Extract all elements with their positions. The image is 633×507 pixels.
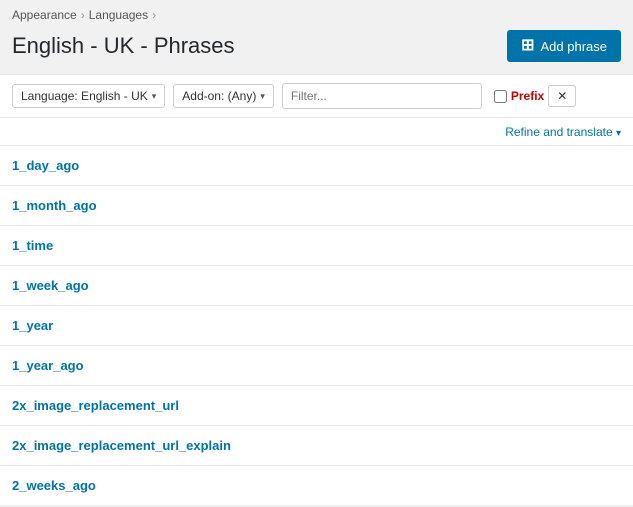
language-caret-icon: ▾ [152, 91, 157, 102]
add-phrase-button[interactable]: ⊞ Add phrase [507, 30, 621, 62]
prefix-checkbox[interactable] [494, 90, 507, 103]
phrase-row[interactable]: 2x_image_replacement_url_explain [0, 426, 633, 466]
phrase-key[interactable]: 2_weeks_ago [12, 478, 96, 493]
breadcrumb-sep-2: › [152, 8, 156, 22]
phrase-list: 1_day_ago 1_month_ago 1_time 1_week_ago 1_ye… [0, 146, 633, 505]
clear-button[interactable]: ✕ [548, 85, 576, 107]
phrase-row[interactable]: 2x_image_replacement_url [0, 386, 633, 426]
filter-input[interactable] [282, 83, 482, 109]
toolbar: Language: English - UK ▾ Add-on: (Any) ▾… [0, 74, 633, 118]
refine-translate-label: Refine and translate [505, 125, 612, 139]
phrase-key[interactable]: 1_time [12, 238, 53, 253]
phrase-key[interactable]: 1_day_ago [12, 158, 79, 173]
page-header: English - UK - Phrases ⊞ Add phrase [0, 26, 633, 74]
page-title: English - UK - Phrases [12, 33, 235, 59]
breadcrumb-languages[interactable]: Languages [89, 8, 148, 22]
breadcrumb-sep-1: › [81, 8, 85, 22]
prefix-label: Prefix [511, 89, 544, 103]
add-phrase-label: Add phrase [541, 39, 608, 54]
phrase-row[interactable]: 1_day_ago [0, 146, 633, 186]
addon-dropdown[interactable]: Add-on: (Any) ▾ [173, 84, 274, 108]
phrase-row[interactable]: 1_year [0, 306, 633, 346]
breadcrumb: Appearance › Languages › [0, 0, 633, 26]
language-dropdown-label: Language: English - UK [21, 89, 148, 103]
language-dropdown[interactable]: Language: English - UK ▾ [12, 84, 165, 108]
phrase-key[interactable]: 1_year [12, 318, 53, 333]
phrase-row[interactable]: 1_week_ago [0, 266, 633, 306]
phrase-row[interactable]: 1_month_ago [0, 186, 633, 226]
phrase-key[interactable]: 1_week_ago [12, 278, 89, 293]
phrase-key[interactable]: 1_year_ago [12, 358, 84, 373]
addon-caret-icon: ▾ [260, 91, 265, 102]
refine-caret-icon: ▾ [616, 128, 621, 139]
phrase-row[interactable]: 1_time [0, 226, 633, 266]
breadcrumb-appearance[interactable]: Appearance [12, 8, 77, 22]
addon-dropdown-label: Add-on: (Any) [182, 89, 256, 103]
phrase-key[interactable]: 1_month_ago [12, 198, 97, 213]
phrase-row[interactable]: 1_year_ago [0, 346, 633, 386]
refine-translate-link[interactable]: Refine and translate ▾ [505, 125, 621, 139]
phrase-key[interactable]: 2x_image_replacement_url [12, 398, 179, 413]
refine-bar: Refine and translate ▾ [0, 118, 633, 146]
prefix-area: Prefix ✕ [494, 85, 576, 107]
phrase-key[interactable]: 2x_image_replacement_url_explain [12, 438, 231, 453]
plus-icon: ⊞ [521, 38, 534, 54]
phrase-row[interactable]: 2_weeks_ago [0, 466, 633, 505]
